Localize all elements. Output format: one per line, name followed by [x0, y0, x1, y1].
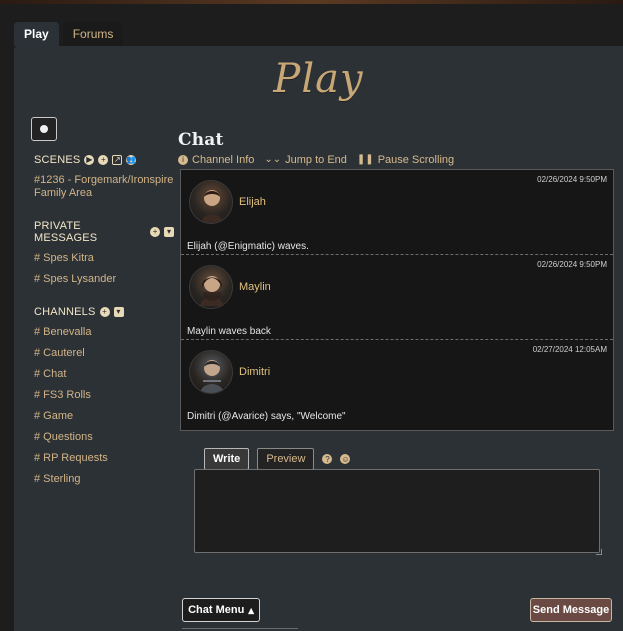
emoji-icon[interactable]: ☺ [340, 454, 351, 464]
settings-button[interactable] [31, 117, 57, 141]
channels-title: CHANNELS [34, 306, 96, 318]
private-messages-section-title: PRIVATE MESSAGES + ▾ [34, 220, 174, 244]
sidebar-item-cauterel[interactable]: # Cauterel [34, 347, 174, 360]
avatar [189, 180, 233, 224]
chat-message: 02/26/2024 9:50PM Elijah Elijah (@Enigma… [181, 170, 613, 255]
message-text: Dimitri (@Avarice) says, "Welcome" [187, 411, 346, 422]
top-tabs: Play Forums [14, 22, 124, 46]
pause-scrolling-button[interactable]: ❚❚ Pause Scrolling [357, 154, 454, 166]
chat-message: 02/27/2024 12:05AM Dimitri Dimitri (@Ava… [181, 340, 613, 425]
settings-icon [40, 125, 48, 133]
chat-tools: i Channel Info ⌄⌄ Jump to End ❚❚ Pause S… [178, 154, 618, 166]
message-timestamp: 02/26/2024 9:50PM [537, 260, 607, 269]
send-message-button[interactable]: Send Message [530, 598, 612, 622]
message-text: Elijah (@Enigmatic) waves. [187, 241, 309, 252]
tab-forums[interactable]: Forums [62, 22, 124, 46]
scenes-title: SCENES [34, 154, 81, 166]
page-title: Play [273, 56, 364, 102]
play-icon[interactable]: ▶ [84, 155, 95, 165]
avatar [189, 265, 233, 309]
message-timestamp: 02/27/2024 12:05AM [532, 345, 607, 354]
sidebar-item-benevalla[interactable]: # Benevalla [34, 326, 174, 339]
private-messages-title: PRIVATE MESSAGES [34, 220, 98, 244]
sidebar-item-sterling[interactable]: # Sterling [34, 473, 174, 486]
editor-tabs: Write Preview ? ☺ [204, 448, 351, 470]
double-chevron-down-icon: ⌄⌄ [264, 154, 282, 165]
avatar [189, 350, 233, 394]
tab-play[interactable]: Play [14, 22, 59, 46]
message-input[interactable] [194, 469, 600, 553]
sidebar-item-fs3-rolls[interactable]: # FS3 Rolls [34, 389, 174, 402]
tab-write[interactable]: Write [204, 448, 250, 470]
chat-message: 02/26/2024 9:50PM Maylin Maylin waves ba… [181, 255, 613, 340]
chat-menu-label: Chat Menu [188, 604, 245, 616]
sidebar-item-game[interactable]: # Game [34, 410, 174, 423]
chat-menu-button[interactable]: Chat Menu ▴ [182, 598, 260, 622]
sidebar-item-scene-1236[interactable]: #1236 - Forgemark/Ironspire Family Area [34, 174, 174, 200]
send-message-label: Send Message [532, 604, 610, 616]
sidebar-item-questions[interactable]: # Questions [34, 431, 174, 444]
message-author: Maylin [239, 281, 271, 293]
pause-scrolling-label: Pause Scrolling [377, 154, 455, 166]
plus-icon[interactable]: + [99, 307, 110, 317]
jump-to-end-label: Jump to End [285, 154, 347, 166]
plus-icon[interactable]: + [98, 155, 109, 165]
scenes-section-title: SCENES ▶ + ↗ 👥 [34, 154, 174, 166]
message-timestamp: 02/26/2024 9:50PM [537, 175, 607, 184]
caret-up-icon: ▴ [248, 604, 254, 617]
pause-icon: ❚❚ [356, 154, 374, 165]
caret-down-icon[interactable]: ▾ [164, 227, 174, 237]
plus-icon[interactable]: + [150, 227, 161, 237]
sidebar-item-spes-lysander[interactable]: # Spes Lysander [34, 273, 174, 286]
caret-down-icon[interactable]: ▾ [113, 307, 124, 317]
channels-section-title: CHANNELS + ▾ [34, 306, 174, 318]
sidebar-item-chat[interactable]: # Chat [34, 368, 174, 381]
tab-preview[interactable]: Preview [257, 448, 315, 470]
sidebar-item-rp-requests[interactable]: # RP Requests [34, 452, 174, 465]
message-text: Maylin waves back [187, 326, 271, 337]
chat-header: Chat i Channel Info ⌄⌄ Jump to End ❚❚ Pa… [178, 130, 618, 166]
top-accent-bar [0, 0, 623, 4]
share-icon[interactable]: ↗ [112, 155, 123, 165]
chat-title: Chat [178, 130, 224, 150]
channel-info-button[interactable]: i Channel Info [178, 154, 254, 166]
channel-info-label: Channel Info [192, 154, 255, 166]
people-icon[interactable]: 👥 [126, 155, 137, 165]
chat-log[interactable]: 02/26/2024 9:50PM Elijah Elijah (@Enigma… [180, 169, 614, 431]
info-icon: i [178, 155, 188, 165]
main-panel: Play SCENES ▶ + ↗ 👥 #1236 - Forgemark/Ir… [14, 46, 623, 631]
message-author: Elijah [239, 196, 266, 208]
sidebar: SCENES ▶ + ↗ 👥 #1236 - Forgemark/Ironspi… [34, 154, 174, 494]
message-author: Dimitri [239, 366, 271, 378]
question-icon[interactable]: ? [322, 454, 333, 464]
sidebar-item-spes-kitra[interactable]: # Spes Kitra [34, 252, 174, 265]
jump-to-end-button[interactable]: ⌄⌄ Jump to End [264, 154, 347, 166]
